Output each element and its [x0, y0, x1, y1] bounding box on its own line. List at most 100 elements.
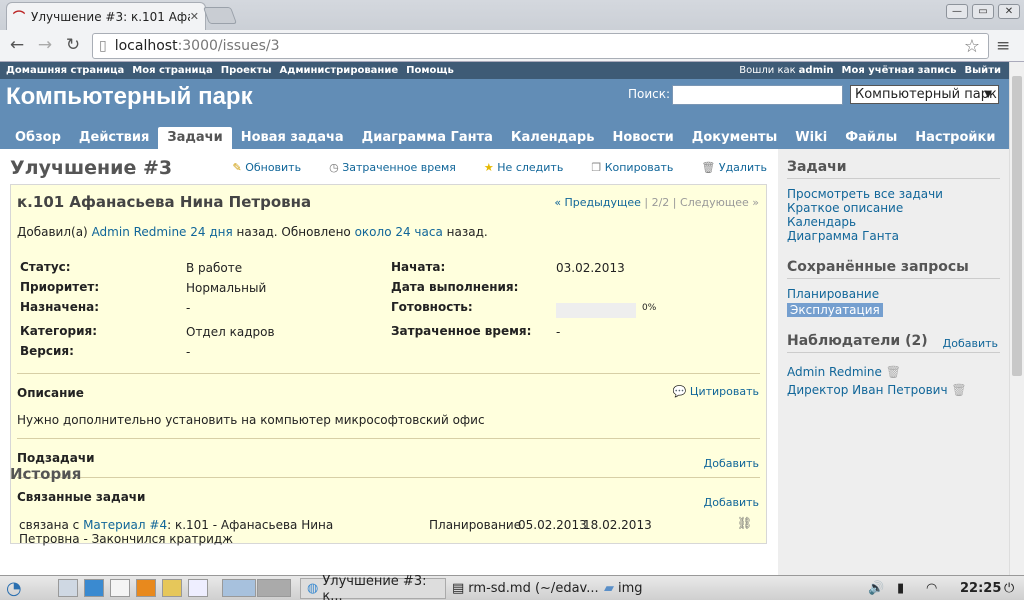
saved-query-operation[interactable]: Эксплуатация [787, 303, 883, 317]
search-input[interactable] [672, 85, 843, 105]
trash-icon[interactable]: 🗑 [886, 365, 901, 379]
tab-news[interactable]: Новости [603, 127, 682, 149]
chevron-down-icon: ▼ [984, 89, 992, 100]
tab-calendar[interactable]: Календарь [502, 127, 604, 149]
due-date-label: Дата выполнения: [391, 280, 519, 294]
page-icon: ▯ [99, 38, 107, 54]
wifi-icon[interactable]: ◠ [926, 578, 937, 599]
unwatch-button[interactable]: ★ Не следить [470, 161, 563, 174]
window-maximize-button[interactable]: ▭ [972, 4, 994, 19]
taskbar-app-editor[interactable]: ▤ rm-sd.md (~/edav... [452, 578, 599, 599]
tab-close-icon[interactable]: ✕ [190, 10, 199, 23]
logged-as-label: Вошли как [739, 65, 796, 76]
copy-button[interactable]: ❐ Копировать [577, 161, 673, 174]
butterfly-launcher-icon[interactable] [136, 579, 156, 597]
added-ago-link[interactable]: 24 дня [190, 225, 232, 239]
reload-icon[interactable]: ↻ [62, 35, 84, 55]
edit-button[interactable]: ✎ Обновить [218, 161, 301, 174]
author-link[interactable]: Admin Redmine [92, 225, 187, 239]
back-icon[interactable]: ← [6, 35, 28, 55]
top-menu-admin[interactable]: Администрирование [280, 65, 399, 76]
tab-settings[interactable]: Настройки [906, 127, 1004, 149]
tab-documents[interactable]: Документы [683, 127, 787, 149]
tab-gantt[interactable]: Диаграмма Ганта [353, 127, 502, 149]
browser-launcher-icon[interactable] [84, 579, 104, 597]
saved-query-planning[interactable]: Планирование [787, 287, 1000, 301]
logged-user-link[interactable]: admin [799, 65, 834, 76]
sidebar-link-gantt[interactable]: Диаграмма Ганта [787, 229, 1000, 243]
tab-files[interactable]: Файлы [836, 127, 906, 149]
pencil-icon: ✎ [232, 161, 242, 174]
browser-tab[interactable]: ⌒ Улучшение #3: к.101 Афа ✕ [6, 2, 206, 30]
volume-icon[interactable]: 🔊 [868, 578, 884, 599]
add-subtask-link[interactable]: Добавить [704, 457, 759, 470]
top-menu-mypage[interactable]: Моя страница [132, 65, 212, 76]
window-minimize-button[interactable]: — [946, 4, 968, 19]
launcher-icon[interactable] [58, 579, 78, 597]
browser-toolbar: ← → ↻ ▯ localhost:3000/issues/3 ☆ ≡ [0, 30, 1024, 62]
new-tab-button[interactable] [202, 7, 238, 24]
sidebar-tasks-title: Задачи [787, 159, 1000, 179]
bookmark-star-icon[interactable]: ☆ [964, 36, 980, 57]
tab-overview[interactable]: Обзор [6, 127, 70, 149]
logout-link[interactable]: Выйти [965, 65, 1001, 76]
taskbar: ◔ ◍ Улучшение #3: к... ▤ rm-sd.md (~/edav.… [0, 574, 1024, 604]
my-account-link[interactable]: Моя учётная запись [842, 65, 957, 76]
history-heading: История [10, 465, 82, 483]
related-issue-link[interactable]: Материал #4 [83, 518, 167, 532]
browser-menu-icon[interactable]: ≡ [996, 36, 1010, 56]
add-relation-link[interactable]: Добавить [704, 496, 759, 509]
quote-button[interactable]: 💬 Цитировать [673, 385, 759, 398]
sidebar-link-summary[interactable]: Краткое описание [787, 201, 1000, 215]
added-suffix: назад. Обновлено [236, 225, 351, 239]
prev-link[interactable]: « Предыдущее [554, 196, 641, 209]
unlink-icon[interactable]: ⛓ [737, 516, 752, 530]
workspace-1[interactable] [222, 579, 256, 597]
delete-label: Удалить [718, 161, 767, 174]
battery-icon[interactable]: ▮ [897, 578, 904, 599]
updated-ago-link[interactable]: около 24 часа [355, 225, 443, 239]
start-date-label: Начата: [391, 260, 446, 274]
workspace-2[interactable] [257, 579, 291, 597]
taskbar-app-files[interactable]: ▰ img [604, 578, 643, 599]
top-menu-projects[interactable]: Проекты [221, 65, 272, 76]
prev-next-nav: « Предыдущее | 2/2 | Следующее » [554, 196, 759, 209]
editor-launcher-icon[interactable] [110, 579, 130, 597]
sidebar-link-calendar[interactable]: Календарь [787, 215, 1000, 229]
description-label: Описание [17, 386, 84, 400]
watcher-link[interactable]: Admin Redmine [787, 365, 882, 379]
add-watcher-link[interactable]: Добавить [943, 337, 998, 351]
relation-type: связана с [19, 518, 80, 532]
top-menu-home[interactable]: Домашняя страница [6, 65, 124, 76]
trash-icon[interactable]: 🗑 [951, 383, 966, 397]
star-icon: ★ [483, 161, 494, 174]
project-jump-select[interactable]: Компьютерный парк ▼ [850, 85, 999, 104]
sidebar-saved-title: Сохранённые запросы [787, 259, 1000, 279]
tab-wiki[interactable]: Wiki [786, 127, 836, 149]
top-menu-help[interactable]: Помощь [406, 65, 454, 76]
forward-icon[interactable]: → [34, 35, 56, 55]
relation-row: связана с Материал #4: к.101 - Афанасьев… [19, 518, 334, 546]
notes-launcher-icon[interactable] [162, 579, 182, 597]
time-entry-button[interactable]: ◷ Затраченное время [315, 161, 456, 174]
start-menu-icon[interactable]: ◔ [6, 578, 22, 599]
watcher-item: Admin Redmine 🗑 [787, 365, 1000, 379]
window-close-button[interactable]: ✕ [998, 4, 1020, 19]
address-bar[interactable]: ▯ localhost:3000/issues/3 ☆ [92, 33, 989, 59]
tab-new-issue[interactable]: Новая задача [232, 127, 353, 149]
page-scrollbar[interactable] [1009, 62, 1024, 575]
unwatch-label: Не следить [497, 161, 564, 174]
watcher-link[interactable]: Директор Иван Петрович [787, 383, 948, 397]
delete-button[interactable]: 🗑 Удалить [687, 161, 767, 174]
taskbar-app-browser[interactable]: ◍ Улучшение #3: к... [300, 574, 446, 604]
url-host: localhost [114, 38, 178, 54]
tab-activity[interactable]: Действия [70, 127, 158, 149]
windows-launcher-icon[interactable] [188, 579, 208, 597]
tab-issues[interactable]: Задачи [158, 127, 232, 149]
edit-label: Обновить [245, 161, 302, 174]
copy-icon: ❐ [591, 161, 602, 174]
scrollbar-thumb[interactable] [1012, 76, 1022, 376]
sidebar-link-all-issues[interactable]: Просмотреть все задачи [787, 187, 1000, 201]
power-icon[interactable]: ⏻ [1004, 578, 1014, 599]
next-link[interactable]: Следующее » [680, 196, 759, 209]
